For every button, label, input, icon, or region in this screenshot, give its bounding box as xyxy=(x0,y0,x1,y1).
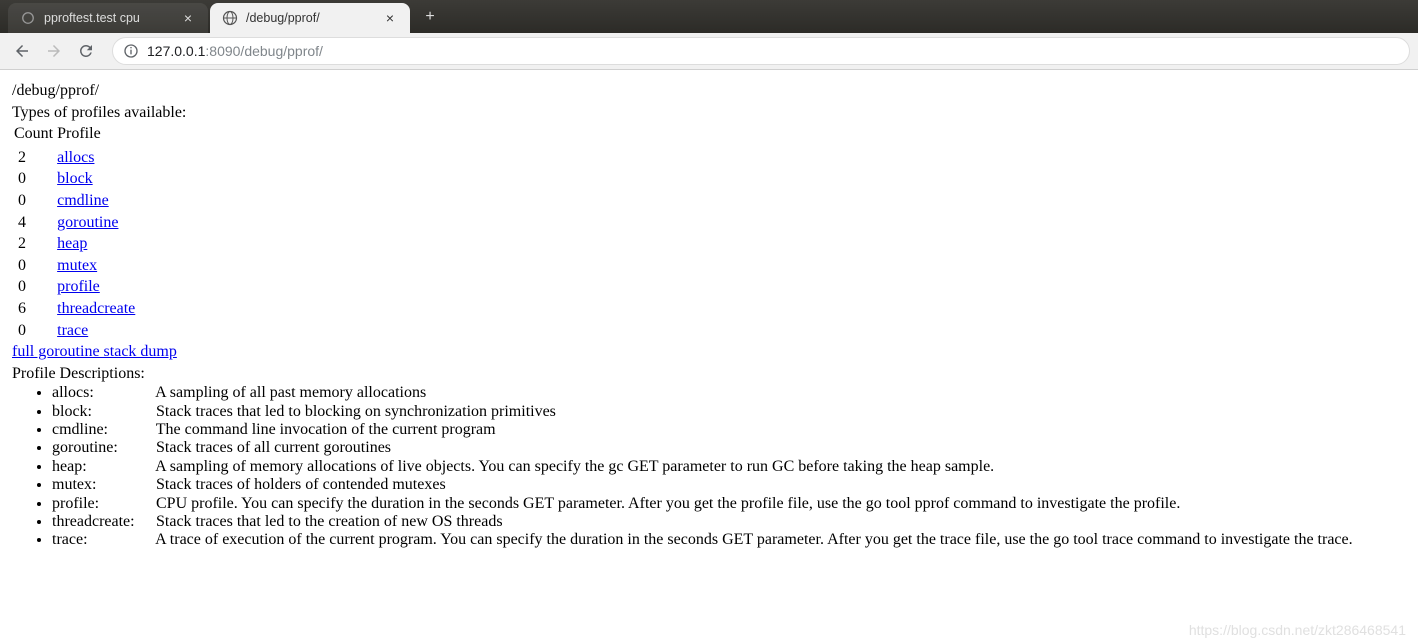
profile-link-profile[interactable]: profile xyxy=(57,278,100,295)
table-header-count: Count xyxy=(14,123,57,147)
forward-button[interactable] xyxy=(40,37,68,65)
profile-link-trace[interactable]: trace xyxy=(57,322,88,339)
tab-title: /debug/pprof/ xyxy=(246,11,376,25)
profile-count: 2 xyxy=(14,233,57,255)
description-text: A trace of execution of the current prog… xyxy=(155,531,1353,548)
description-name: heap: xyxy=(52,458,152,476)
tab-inactive[interactable]: pproftest.test cpu × xyxy=(8,3,208,33)
browser-titlebar: pproftest.test cpu × /debug/pprof/ × + xyxy=(0,0,1418,33)
list-item: trace: A trace of execution of the curre… xyxy=(52,531,1406,549)
profile-link-goroutine[interactable]: goroutine xyxy=(57,214,118,231)
table-row: 0cmdline xyxy=(14,190,139,212)
descriptions-heading: Profile Descriptions: xyxy=(12,363,1406,385)
list-item: mutex: Stack traces of holders of conten… xyxy=(52,476,1406,494)
profile-link-mutex[interactable]: mutex xyxy=(57,257,97,274)
browser-toolbar: 127.0.0.1:8090/debug/pprof/ xyxy=(0,33,1418,70)
list-item: threadcreate: Stack traces that led to t… xyxy=(52,513,1406,531)
description-text: Stack traces that led to the creation of… xyxy=(156,513,503,530)
description-text: The command line invocation of the curre… xyxy=(156,421,496,438)
table-header-profile: Profile xyxy=(57,123,139,147)
full-goroutine-dump-link[interactable]: full goroutine stack dump xyxy=(12,343,177,360)
tab-strip: pproftest.test cpu × /debug/pprof/ × + xyxy=(0,0,444,33)
description-name: block: xyxy=(52,403,152,421)
list-item: allocs: A sampling of all past memory al… xyxy=(52,384,1406,402)
profile-count: 0 xyxy=(14,190,57,212)
table-row: 2heap xyxy=(14,233,139,255)
description-text: Stack traces of holders of contended mut… xyxy=(156,476,446,493)
close-icon[interactable]: × xyxy=(382,10,398,26)
list-item: profile: CPU profile. You can specify th… xyxy=(52,495,1406,513)
new-tab-button[interactable]: + xyxy=(416,3,444,31)
table-row: 0profile xyxy=(14,276,139,298)
info-icon[interactable] xyxy=(123,43,139,59)
description-name: cmdline: xyxy=(52,421,152,439)
page-title: /debug/pprof/ xyxy=(12,80,1406,102)
description-name: goroutine: xyxy=(52,439,152,457)
table-row: 6threadcreate xyxy=(14,298,139,320)
table-row: 0mutex xyxy=(14,255,139,277)
description-text: A sampling of memory allocations of live… xyxy=(155,458,994,475)
profile-count: 0 xyxy=(14,255,57,277)
description-name: allocs: xyxy=(52,384,152,402)
profile-link-block[interactable]: block xyxy=(57,170,93,187)
list-item: goroutine: Stack traces of all current g… xyxy=(52,439,1406,457)
profile-count: 2 xyxy=(14,147,57,169)
page-content: /debug/pprof/ Types of profiles availabl… xyxy=(0,70,1418,560)
profile-link-threadcreate[interactable]: threadcreate xyxy=(57,300,135,317)
description-text: Stack traces that led to blocking on syn… xyxy=(156,403,556,420)
back-button[interactable] xyxy=(8,37,36,65)
profile-link-heap[interactable]: heap xyxy=(57,235,87,252)
tab-active[interactable]: /debug/pprof/ × xyxy=(210,3,410,33)
table-row: 4goroutine xyxy=(14,212,139,234)
profile-count: 0 xyxy=(14,168,57,190)
reload-button[interactable] xyxy=(72,37,100,65)
globe-icon xyxy=(222,10,238,26)
description-text: CPU profile. You can specify the duratio… xyxy=(156,495,1180,512)
table-row: 0trace xyxy=(14,320,139,342)
list-item: cmdline: The command line invocation of … xyxy=(52,421,1406,439)
types-available-label: Types of profiles available: xyxy=(12,102,1406,124)
profile-count: 4 xyxy=(14,212,57,234)
url-text: 127.0.0.1:8090/debug/pprof/ xyxy=(147,43,323,59)
favicon-generic-icon xyxy=(20,10,36,26)
description-name: trace: xyxy=(52,531,152,549)
table-row: 2allocs xyxy=(14,147,139,169)
descriptions-list: allocs: A sampling of all past memory al… xyxy=(12,384,1406,550)
list-item: block: Stack traces that led to blocking… xyxy=(52,403,1406,421)
profiles-table: Count Profile 2allocs0block0cmdline4goro… xyxy=(14,123,139,341)
profile-count: 6 xyxy=(14,298,57,320)
profile-link-cmdline[interactable]: cmdline xyxy=(57,192,109,209)
list-item: heap: A sampling of memory allocations o… xyxy=(52,458,1406,476)
description-text: A sampling of all past memory allocation… xyxy=(155,384,426,401)
profile-count: 0 xyxy=(14,320,57,342)
watermark: https://blog.csdn.net/zkt286468541 xyxy=(1189,622,1406,638)
description-name: mutex: xyxy=(52,476,152,494)
profile-count: 0 xyxy=(14,276,57,298)
table-row: 0block xyxy=(14,168,139,190)
description-name: threadcreate: xyxy=(52,513,152,531)
description-text: Stack traces of all current goroutines xyxy=(156,439,391,456)
url-bar[interactable]: 127.0.0.1:8090/debug/pprof/ xyxy=(112,37,1410,65)
close-icon[interactable]: × xyxy=(180,10,196,26)
profile-link-allocs[interactable]: allocs xyxy=(57,149,94,166)
description-name: profile: xyxy=(52,495,152,513)
tab-title: pproftest.test cpu xyxy=(44,11,174,25)
